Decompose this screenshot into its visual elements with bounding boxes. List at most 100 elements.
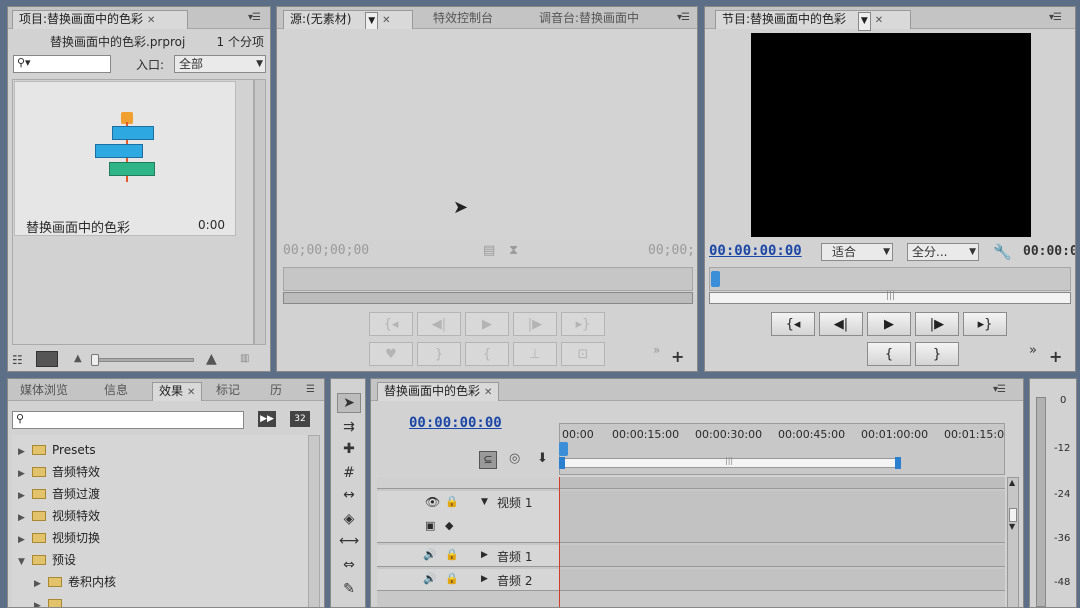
tree-item-convolution[interactable]: ▶ 卷积内核	[34, 571, 288, 593]
source-time-ruler[interactable]	[283, 267, 693, 291]
lock-icon[interactable]: 🔒	[445, 495, 459, 508]
display-style-icon[interactable]: ▣	[425, 519, 435, 532]
project-search-input[interactable]: ⚲▾	[13, 55, 111, 73]
tab-audio-mixer[interactable]: 调音台:替换画面中	[533, 10, 645, 29]
panel-menu-icon[interactable]: ▾☰	[1049, 12, 1062, 23]
mark-in-point-button[interactable]: }	[417, 342, 461, 366]
source-timecode[interactable]: 00;00;00;00	[283, 243, 369, 258]
timeline-timecode[interactable]: 00:00:00:00	[409, 415, 502, 431]
marker-icon[interactable]: ⬇	[537, 451, 548, 466]
tab-media-browser[interactable]: 媒体浏览	[14, 382, 74, 401]
step-forward-button[interactable]: |▶	[513, 312, 557, 336]
triangle-down-icon[interactable]: ▼	[481, 497, 488, 507]
track-video2-lane[interactable]	[559, 477, 1005, 489]
speaker-icon[interactable]: 🔊	[423, 548, 437, 561]
triangle-right-icon[interactable]: ▶	[18, 441, 32, 463]
track-select-icon[interactable]: ⇉	[337, 417, 361, 437]
close-icon[interactable]: ✕	[875, 15, 883, 26]
lock-icon[interactable]: 🔒	[445, 572, 459, 585]
speaker-icon[interactable]: 🔊	[423, 572, 437, 585]
triangle-right-icon[interactable]: ▶	[18, 529, 32, 551]
add-marker-icon[interactable]: ◎	[509, 451, 520, 466]
timeline-playhead[interactable]	[559, 442, 568, 456]
go-to-in-button[interactable]: {◂	[771, 312, 815, 336]
tree-item-video-effects[interactable]: ▶ 视频特效	[18, 505, 288, 527]
overlay-button[interactable]: ⊡	[561, 342, 605, 366]
triangle-right-icon[interactable]: ▶	[18, 485, 32, 507]
lock-icon[interactable]: 🔒	[445, 548, 459, 561]
step-forward-button[interactable]: |▶	[915, 312, 959, 336]
list-view-icon[interactable]: ☷	[12, 353, 23, 367]
entry-select[interactable]: 全部 ▼	[174, 55, 266, 73]
timeline-scrollbar[interactable]: ▲ ▼	[1007, 477, 1019, 607]
eye-icon[interactable]: 👁	[425, 495, 440, 509]
work-area-start-handle[interactable]	[559, 457, 565, 469]
add-button-icon[interactable]: +	[1049, 347, 1062, 366]
rolling-edit-icon[interactable]: #	[337, 463, 361, 483]
tree-item-child[interactable]: ▶	[34, 593, 288, 607]
close-icon[interactable]: ✕	[147, 15, 155, 26]
step-back-button[interactable]: ◀|	[417, 312, 461, 336]
scroll-up-icon[interactable]: ▲	[1009, 478, 1015, 487]
wrench-icon[interactable]: 🔧	[993, 243, 1012, 261]
triangle-right-icon[interactable]: ▶	[18, 507, 32, 529]
rate-stretch-icon[interactable]: ↔	[337, 485, 361, 505]
program-time-ruler[interactable]	[709, 267, 1071, 291]
panel-menu-icon[interactable]: ☰	[306, 384, 315, 395]
slide-icon[interactable]: ⇔	[337, 555, 361, 575]
razor-icon[interactable]: ◈	[337, 509, 361, 529]
program-scroll-bar[interactable]: |||	[709, 291, 1071, 304]
program-timecode[interactable]: 00:00:00:00	[709, 243, 802, 259]
icon-view-icon[interactable]	[36, 351, 58, 367]
add-button-icon[interactable]: +	[671, 347, 684, 366]
tab-project[interactable]: 项目:替换画面中的色彩 ✕	[12, 10, 188, 29]
timeline-ruler[interactable]: 00:00 00:00:15:00 00:00:30:00 00:00:45:0…	[559, 423, 1005, 475]
tree-item-presets-cn[interactable]: ▼ 预设	[18, 549, 288, 571]
close-icon[interactable]: ✕	[382, 15, 390, 26]
tab-program[interactable]: 节目:替换画面中的色彩 ▼ ✕	[715, 10, 911, 31]
lift-button[interactable]: {	[867, 342, 911, 366]
resolution-select[interactable]: 全分... ▼	[907, 243, 979, 261]
playhead[interactable]	[711, 271, 720, 287]
mark-out-point-button[interactable]: {	[465, 342, 509, 366]
selection-tool-icon[interactable]: ➤	[337, 393, 361, 413]
tree-item-video-transitions[interactable]: ▶ 视频切换	[18, 527, 288, 549]
accelerated-effects-icon[interactable]: ▶▶	[258, 411, 276, 427]
track-video1-lane[interactable]	[559, 491, 1005, 543]
source-scroll-bar[interactable]	[283, 292, 693, 304]
close-icon[interactable]: ✕	[484, 387, 492, 398]
panel-menu-icon[interactable]: ▾☰	[248, 12, 261, 23]
step-back-button[interactable]: ◀|	[819, 312, 863, 336]
triangle-right-icon[interactable]: ▶	[34, 573, 48, 595]
play-button[interactable]: ▶	[867, 312, 911, 336]
effects-scrollbar[interactable]	[308, 435, 320, 607]
tab-timeline[interactable]: 替换画面中的色彩 ✕	[377, 382, 500, 401]
go-to-out-button[interactable]: ▸}	[561, 312, 605, 336]
track-audio1-header[interactable]: 🔊 🔒 ▶ 音频 1	[377, 545, 559, 567]
go-to-out-button[interactable]: ▸}	[963, 312, 1007, 336]
scroll-thumb[interactable]	[1009, 508, 1017, 522]
project-scrollbar[interactable]	[254, 79, 266, 345]
triangle-right-icon[interactable]: ▶	[481, 574, 488, 584]
slip-icon[interactable]: ⟷	[337, 531, 361, 551]
tab-source[interactable]: 源:(无素材) ▼ ✕	[283, 10, 413, 31]
triangle-right-icon[interactable]: ▶	[481, 550, 488, 560]
tree-item-audio-effects[interactable]: ▶ 音频特效	[18, 461, 288, 483]
triangle-right-icon[interactable]: ▶	[18, 463, 32, 485]
work-area-end-handle[interactable]	[895, 457, 901, 469]
ripple-edit-icon[interactable]: ✚	[337, 439, 361, 459]
effects-search-input[interactable]: ⚲	[12, 411, 244, 429]
pen-icon[interactable]: ✎	[337, 579, 361, 599]
tab-effect-controls[interactable]: 特效控制台	[427, 10, 499, 29]
panel-options-icon[interactable]: ▥	[240, 353, 249, 364]
close-icon[interactable]: ✕	[187, 387, 195, 398]
triangle-right-icon[interactable]: ▶	[34, 595, 48, 607]
more-icon[interactable]: »	[1029, 343, 1037, 358]
track-audio2-header[interactable]: 🔊 🔒 ▶ 音频 2	[377, 569, 559, 591]
panel-menu-icon[interactable]: ▾☰	[677, 12, 690, 23]
triangle-down-icon[interactable]: ▼	[18, 551, 32, 573]
play-button[interactable]: ▶	[465, 312, 509, 336]
track-audio1-lane[interactable]	[559, 545, 1005, 567]
tab-history[interactable]: 历	[264, 382, 288, 401]
mark-in-button[interactable]: {◂	[369, 312, 413, 336]
